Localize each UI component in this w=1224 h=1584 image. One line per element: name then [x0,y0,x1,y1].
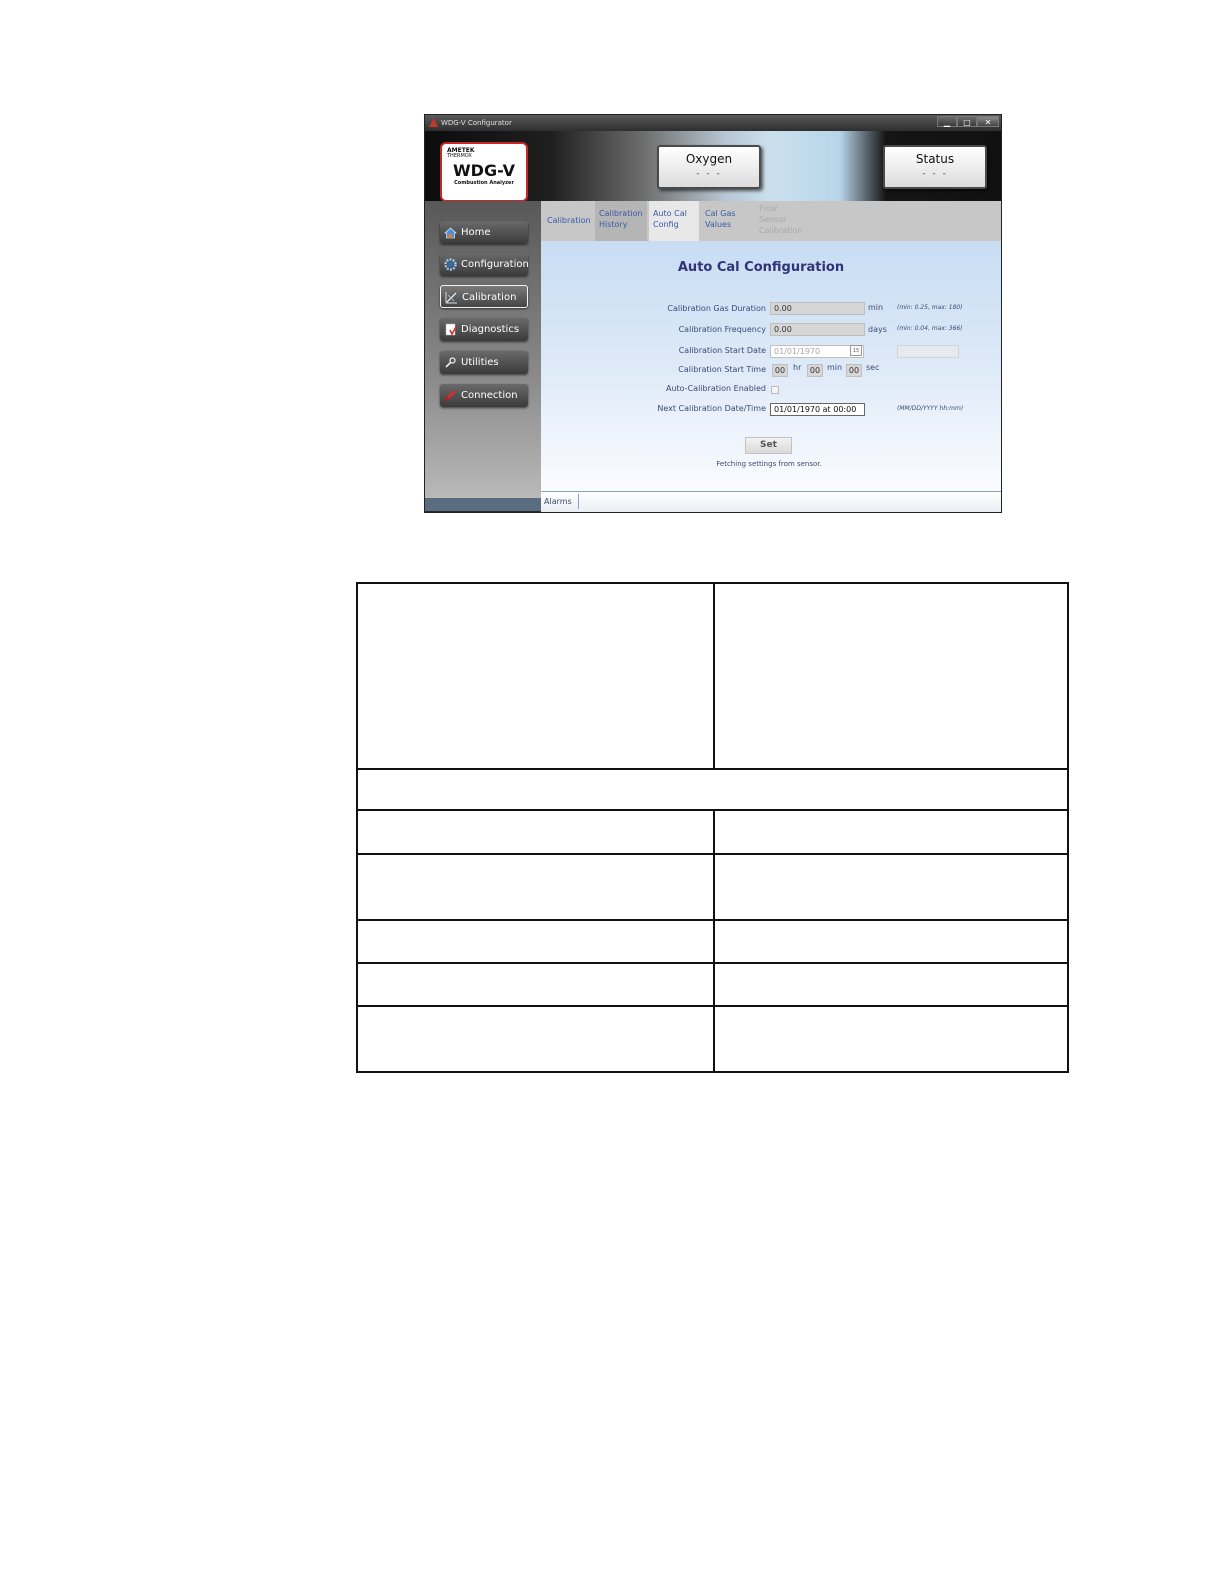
sidebar-item-label: Configuration [461,259,529,270]
home-icon [444,227,457,239]
tab-flow-sensor-calibration: Flow Sensor Calibration [759,204,803,235]
wrench-icon [445,357,456,368]
tab-cal-gas-values[interactable]: Cal Gas Values [701,201,753,241]
gear-icon [444,258,457,271]
header-bar: AMETEK THERMOX WDG-V Combustion Analyzer… [425,131,1001,202]
close-button[interactable]: ✕ [977,116,999,127]
tab-calibration[interactable]: Calibration [543,201,595,241]
start-hour-input[interactable]: 00 [772,364,788,377]
table-row-divider [358,962,1067,964]
oxygen-readout: Oxygen - - - [657,145,761,189]
table-row-divider [358,1005,1067,1007]
auto-cal-enabled-label: Auto-Calibration Enabled [665,384,766,393]
sidebar-item-label: Calibration [462,292,517,303]
calendar-icon[interactable]: 15 [850,345,862,356]
window-title: WDG-V Configurator [441,119,512,127]
start-second-input[interactable]: 00 [846,364,862,377]
second-unit: sec [866,363,880,372]
table-row-divider [358,919,1067,921]
oxygen-value: - - - [696,169,722,179]
status-bar: Alarms [541,491,1001,512]
sidebar-item-label: Connection [461,390,518,401]
sidebar-item-label: Diagnostics [461,324,520,335]
sidebar-item-label: Utilities [461,357,499,368]
logo-sub-brand: THERMOX [447,153,472,159]
set-button[interactable]: Set [745,437,792,454]
oxygen-label: Oxygen [685,152,733,166]
blank-table [356,582,1069,1073]
sidebar-item-utilities[interactable]: Utilities [440,351,528,374]
start-minute-input[interactable]: 00 [807,364,823,377]
tab-calibration-history[interactable]: Calibration History [595,201,647,241]
tab-bar: Calibration Calibration History Auto Cal… [541,201,1001,242]
table-row-divider [358,768,1067,770]
product-logo: AMETEK THERMOX WDG-V Combustion Analyzer [440,142,528,202]
sidebar-item-diagnostics[interactable]: Diagnostics [440,318,528,341]
page-title: Auto Cal Configuration [677,260,845,275]
title-bar[interactable]: WDG-V Configurator ▁ □ ✕ [425,115,1001,131]
sidebar-item-configuration[interactable]: Configuration [440,253,529,276]
status-message: Fetching settings from sensor. [716,460,822,468]
minimize-button[interactable]: ▁ [937,116,957,127]
table-row-divider [358,853,1067,855]
maximize-button[interactable]: □ [957,116,977,127]
hour-unit: hr [793,363,802,372]
next-cal-field: 01/01/1970 at 00:00 [770,403,865,416]
gas-duration-unit: min [868,303,884,312]
sidebar: Home Configuration Calibration Diagnosti… [425,201,541,498]
frequency-label: Calibration Frequency [678,325,766,334]
gas-duration-label: Calibration Gas Duration [667,304,766,313]
sidebar-item-home[interactable]: Home [440,221,528,244]
start-date-label: Calibration Start Date [678,346,766,355]
diagnostics-icon [445,323,457,336]
sidebar-item-calibration[interactable]: Calibration [440,285,528,308]
sidebar-item-connection[interactable]: Connection [440,384,528,407]
gas-duration-input[interactable]: 0.00 [770,302,865,315]
next-cal-label: Next Calibration Date/Time [657,404,766,413]
frequency-hint: (min: 0.04, max: 366) [897,325,963,332]
alarms-tab[interactable]: Alarms [541,494,579,509]
sidebar-footer [425,498,541,511]
disabled-button [897,345,959,358]
start-time-label: Calibration Start Time [678,365,766,374]
frequency-input[interactable]: 0.00 [770,323,865,336]
status-value: - - - [922,169,948,179]
calibration-icon [445,292,457,304]
frequency-unit: days [868,325,887,334]
next-cal-hint: (MM/DD/YYYY hh:mm) [897,405,964,412]
status-label: Status [915,152,955,166]
table-column-divider [713,809,715,1071]
auto-cal-panel: Auto Cal Configuration Calibration Gas D… [541,241,1001,491]
table-column-divider [713,584,715,768]
tab-auto-cal-config[interactable]: Auto Cal Config [649,201,699,241]
app-window: WDG-V Configurator ▁ □ ✕ AMETEK THERMOX … [424,114,1002,513]
app-icon [429,118,438,127]
status-readout: Status - - - [883,145,987,189]
auto-cal-enabled-checkbox[interactable] [771,386,779,394]
connection-icon [444,389,457,402]
gas-duration-hint: (min: 0.25, max: 180) [897,304,963,311]
logo-tagline: Combustion Analyzer [454,180,514,186]
logo-product: WDG-V [453,161,515,180]
sidebar-item-label: Home [461,227,491,238]
minute-unit: min [827,363,843,372]
